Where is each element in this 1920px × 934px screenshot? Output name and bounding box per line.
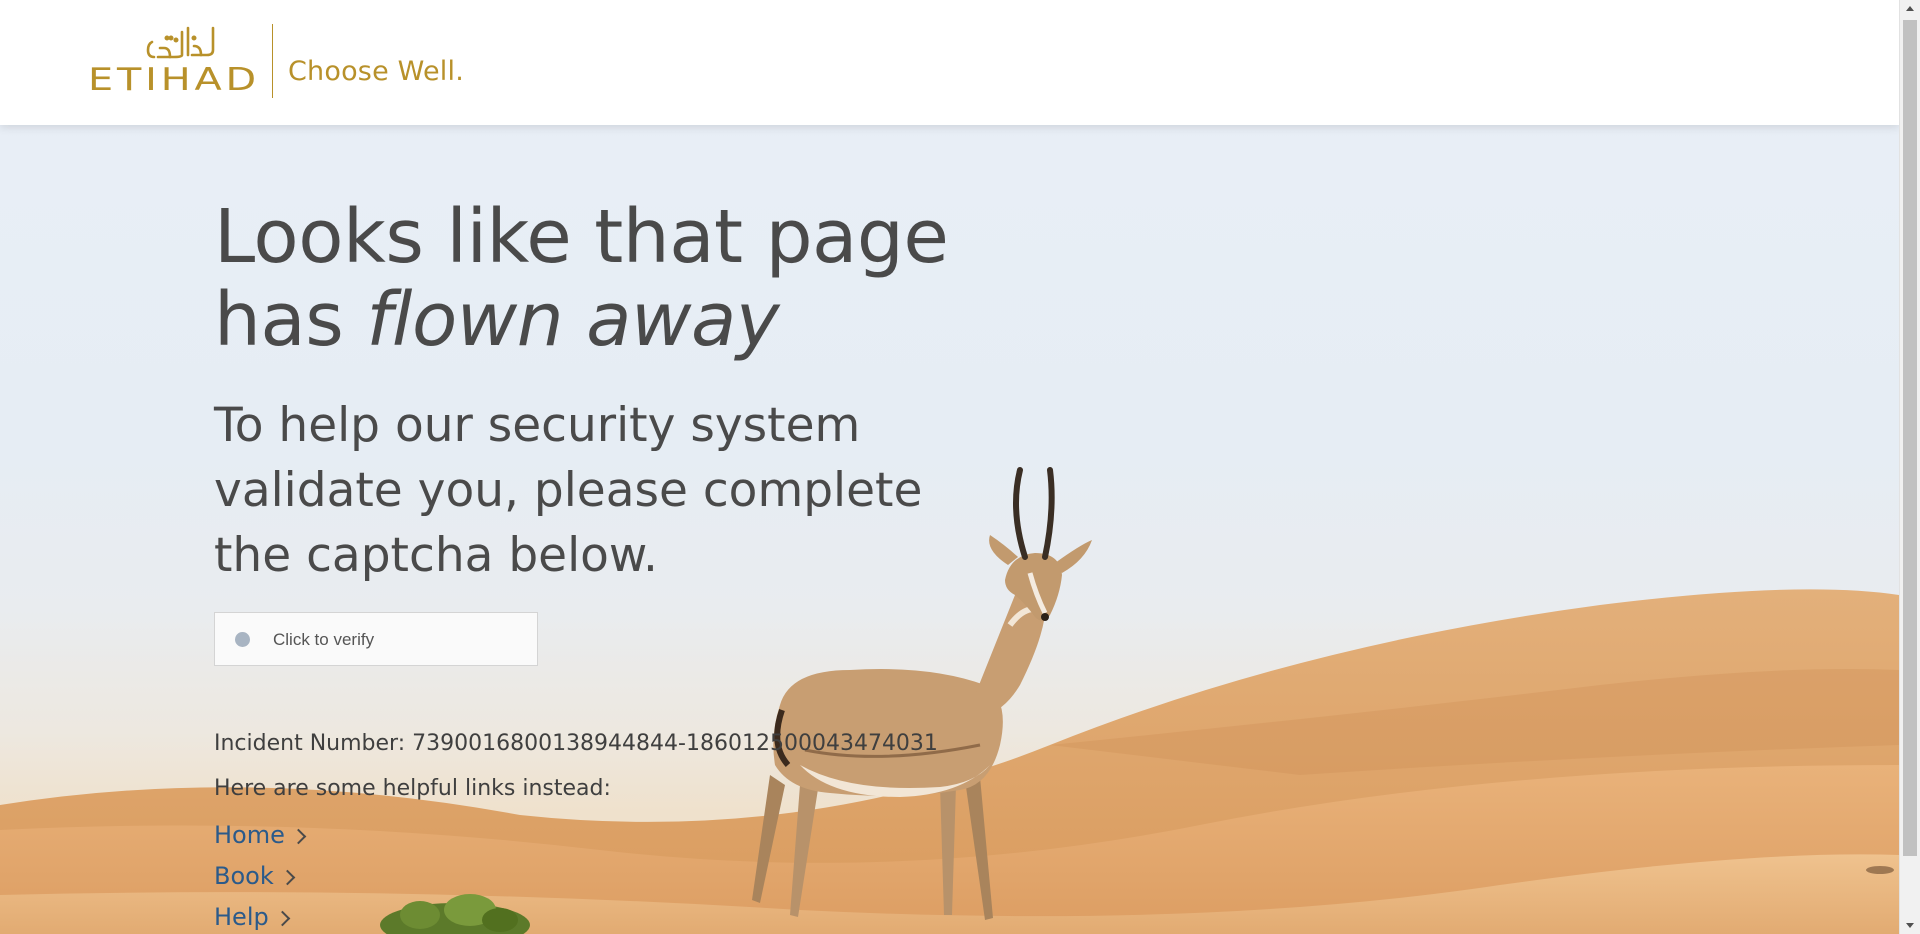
etihad-wordmark: ETIHAD bbox=[88, 62, 260, 92]
chevron-right-icon bbox=[274, 910, 290, 926]
scrollbar-thumb[interactable] bbox=[1903, 20, 1917, 856]
scroll-up-arrow-icon[interactable] bbox=[1906, 6, 1914, 11]
circle-indicator-icon bbox=[235, 632, 250, 647]
headline-line2-prefix: has bbox=[214, 277, 367, 363]
brand-tagline: Choose Well. bbox=[288, 56, 464, 87]
chevron-right-icon bbox=[290, 828, 307, 844]
captcha-label: Click to verify bbox=[273, 630, 375, 649]
scroll-down-arrow-icon[interactable] bbox=[1906, 923, 1914, 928]
headline-line1: Looks like that page bbox=[214, 194, 949, 280]
link-home-label: Home bbox=[214, 821, 285, 849]
chevron-right-icon bbox=[279, 869, 296, 885]
captcha-verify-button[interactable]: Click to verify bbox=[214, 612, 538, 666]
logo-divider bbox=[272, 24, 273, 98]
page: ETIHAD Choose Well. Looks like that page… bbox=[0, 0, 1920, 934]
incident-number: Incident Number: 7390016800138944844-186… bbox=[214, 731, 938, 756]
etihad-logo[interactable]: ETIHAD bbox=[88, 22, 260, 92]
link-home[interactable]: Home bbox=[214, 821, 307, 849]
arabic-wordmark bbox=[146, 26, 215, 59]
link-book-label: Book bbox=[214, 862, 274, 890]
page-headline: Looks like that page has flown away bbox=[214, 194, 949, 363]
headline-emphasis: flown away bbox=[366, 277, 780, 363]
vertical-scrollbar[interactable] bbox=[1899, 0, 1920, 934]
captcha-instructions: To help our security system validate you… bbox=[214, 398, 923, 583]
link-help-label: Help bbox=[214, 903, 269, 931]
site-header: ETIHAD Choose Well. bbox=[0, 0, 1899, 125]
helpful-links-intro: Here are some helpful links instead: bbox=[214, 776, 611, 801]
link-help[interactable]: Help bbox=[214, 903, 290, 931]
link-book[interactable]: Book bbox=[214, 862, 296, 890]
